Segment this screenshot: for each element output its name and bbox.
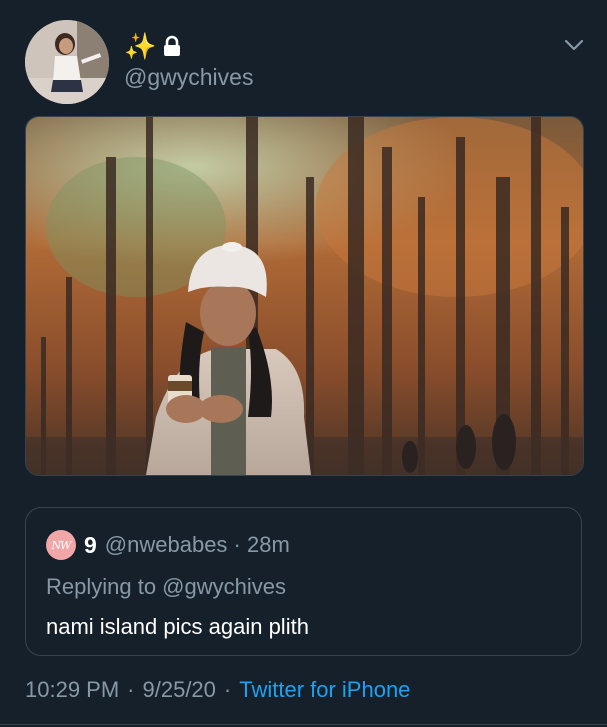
tweet-date[interactable]: 9/25/20 [143,677,216,703]
avatar[interactable] [25,20,109,104]
meta-separator: · [127,677,135,702]
meta-separator: · [223,677,232,702]
quoted-display-name: 9 [84,531,97,558]
quoted-handle-time: @nwebabes · 28m [104,532,290,557]
tweet-source-link[interactable]: Twitter for iPhone [239,677,410,703]
divider [0,724,607,725]
quoted-tweet-text: nami island pics again plith [46,614,309,639]
sparkles-icon: ✨ [124,31,157,61]
tweet-time[interactable]: 10:29 PM [25,677,119,703]
quoted-avatar[interactable]: NW [46,530,76,560]
tweet-header: ✨ @gwychives [0,0,607,112]
chevron-down-icon[interactable] [563,38,585,52]
tweet-meta: 10:29 PM · 9/25/20 · Twitter for iPhone [25,675,410,705]
quoted-tweet-header: NW 9 @nwebabes · 28m [46,530,290,560]
replying-to-label: Replying to @gwychives [46,574,286,599]
quoted-tweet[interactable]: NW 9 @nwebabes · 28m Replying to @gwychi… [25,507,582,656]
user-handle[interactable]: @gwychives [124,64,253,91]
quoted-avatar-logo: NW [51,538,72,552]
tweet-photo[interactable] [25,116,584,476]
display-name[interactable]: ✨ [124,32,182,60]
lock-icon [164,35,181,56]
